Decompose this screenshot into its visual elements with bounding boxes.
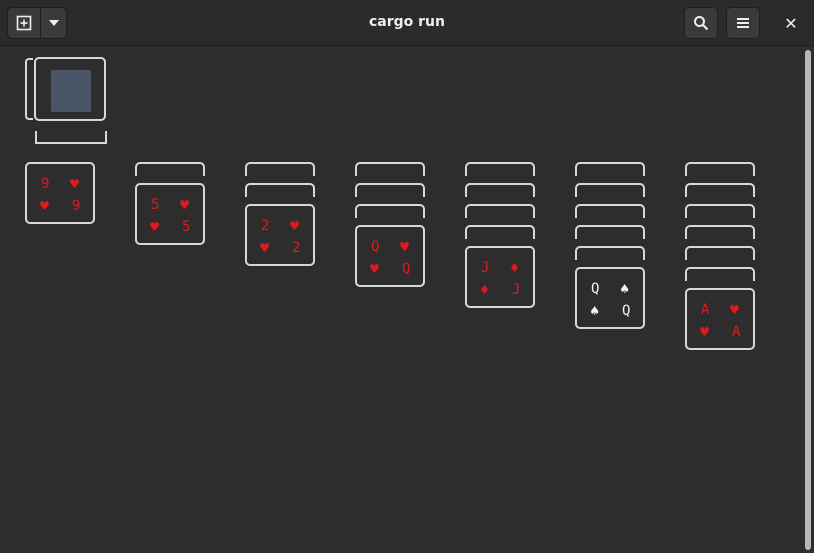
face-down-card[interactable]: [355, 162, 425, 176]
card-rank-bottom: Q: [622, 303, 631, 319]
face-down-card[interactable]: [685, 183, 755, 197]
face-down-card[interactable]: [465, 183, 535, 197]
face-down-card[interactable]: [685, 267, 755, 281]
card-rank-top: J: [481, 260, 490, 276]
scrollbar[interactable]: [805, 50, 811, 550]
face-down-card[interactable]: [465, 162, 535, 176]
face-up-card[interactable]: A ♥ ♥ A: [685, 288, 755, 350]
face-down-card[interactable]: [135, 162, 205, 176]
card-suit-bottom: ♥: [150, 218, 160, 236]
close-button[interactable]: ✕: [778, 10, 804, 36]
card-rank-bottom: 5: [182, 219, 191, 235]
card-rank-bottom: 9: [72, 198, 81, 214]
face-down-card[interactable]: [575, 225, 645, 239]
card-suit-top: ♥: [400, 238, 410, 256]
card-rank-top: 9: [41, 176, 50, 192]
card-suit-bottom: ♠: [590, 302, 600, 320]
card-suit-top: ♥: [70, 175, 80, 193]
card-suit-top: ♥: [290, 217, 300, 235]
card-suit-bottom: ♥: [40, 197, 50, 215]
face-up-card[interactable]: 2 ♥ ♥ 2: [245, 204, 315, 266]
stock-stack-base: [35, 131, 107, 144]
face-up-card[interactable]: 5 ♥ ♥ 5: [135, 183, 205, 245]
face-down-card[interactable]: [685, 246, 755, 260]
card-suit-bottom: ♥: [370, 260, 380, 278]
card-suit-bottom: ♥: [260, 239, 270, 257]
search-icon: [694, 16, 709, 31]
card-rank-bottom: Q: [402, 261, 411, 277]
face-down-card[interactable]: [685, 162, 755, 176]
face-up-card[interactable]: Q ♠ ♠ Q: [575, 267, 645, 329]
card-rank-top: Q: [371, 239, 380, 255]
card-rank-bottom: J: [512, 282, 521, 298]
card-rank-bottom: A: [732, 324, 741, 340]
card-suit-top: ♥: [730, 301, 740, 319]
card-suit-top: ♠: [620, 280, 630, 298]
card-rank-top: 5: [151, 197, 160, 213]
face-down-card[interactable]: [355, 204, 425, 218]
face-down-card[interactable]: [245, 162, 315, 176]
face-down-card[interactable]: [575, 246, 645, 260]
face-up-card[interactable]: 9 ♥ ♥ 9: [25, 162, 95, 224]
card-rank-top: 2: [261, 218, 270, 234]
card-suit-top: ♦: [510, 259, 520, 277]
face-down-card[interactable]: [575, 162, 645, 176]
face-down-card[interactable]: [355, 183, 425, 197]
card-suit-bottom: ♦: [480, 281, 490, 299]
card-rank-top: A: [701, 302, 710, 318]
main-menu-button[interactable]: [726, 7, 760, 39]
face-down-card[interactable]: [245, 183, 315, 197]
card-suit-bottom: ♥: [700, 323, 710, 341]
card-suit-top: ♥: [180, 196, 190, 214]
face-down-card[interactable]: [685, 204, 755, 218]
face-up-card[interactable]: Q ♥ ♥ Q: [355, 225, 425, 287]
header-bar: cargo run ✕: [0, 0, 814, 46]
face-down-card[interactable]: [575, 204, 645, 218]
face-down-card[interactable]: [465, 225, 535, 239]
stock-pile[interactable]: [24, 56, 110, 148]
card-back: [51, 70, 91, 112]
stock-top-card[interactable]: [34, 57, 106, 121]
face-up-card[interactable]: J ♦ ♦ J: [465, 246, 535, 308]
face-down-card[interactable]: [465, 204, 535, 218]
search-button[interactable]: [684, 7, 718, 39]
stock-stack-edge: [25, 58, 33, 120]
face-down-card[interactable]: [575, 183, 645, 197]
face-down-card[interactable]: [685, 225, 755, 239]
card-rank-top: Q: [591, 281, 600, 297]
close-icon: ✕: [784, 13, 798, 33]
card-rank-bottom: 2: [292, 240, 301, 256]
hamburger-menu-icon: [737, 18, 749, 28]
